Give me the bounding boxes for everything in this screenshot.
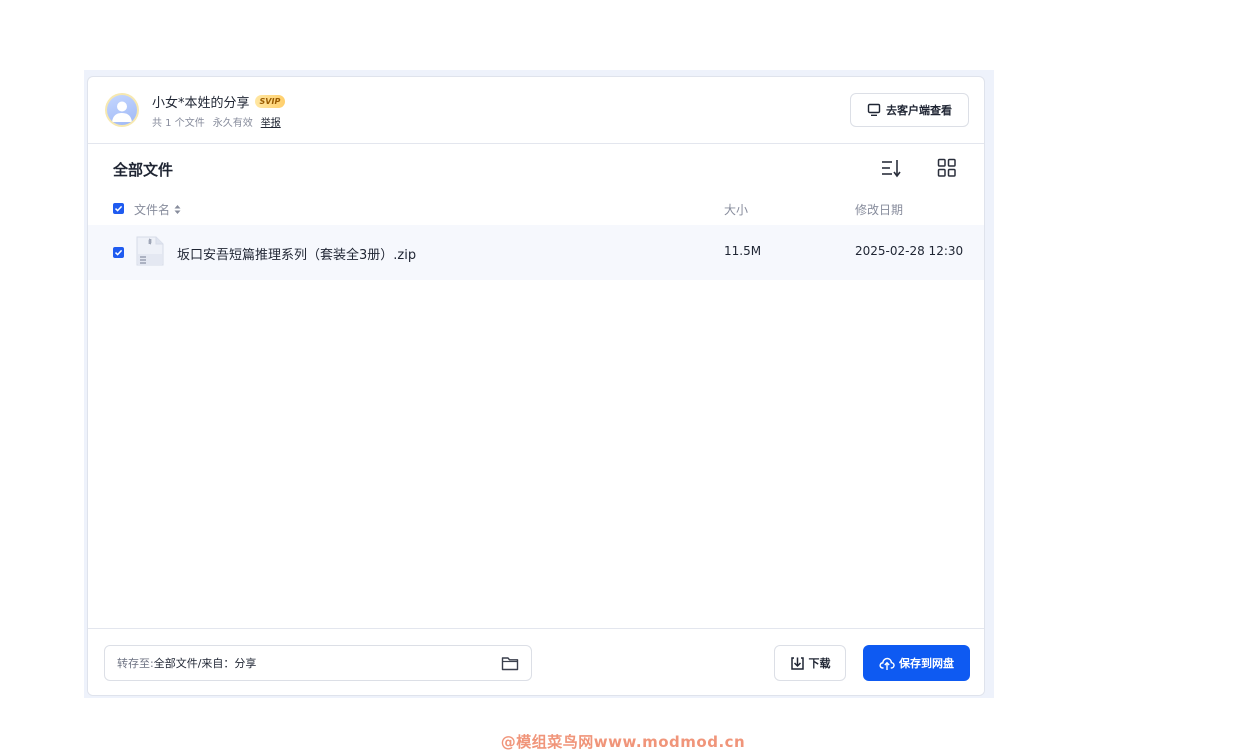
sharer-name: 小女*本姓的分享 [152,96,250,111]
sort-arrows-icon [174,205,181,214]
open-client-label: 去客户端查看 [886,104,952,117]
file-list-header: 文件名 大小 修改日期 [88,197,984,221]
file-size: 11.5M [724,244,762,258]
share-panel: 小女*本姓的分享 SVIP 共 1 个文件 永久有效 举报 去客户端查看 全部文… [87,76,985,696]
row-checkbox[interactable] [113,247,124,258]
share-header: 小女*本姓的分享 SVIP 共 1 个文件 永久有效 举报 去客户端查看 [88,77,984,144]
sort-list-icon[interactable] [880,157,902,179]
file-date: 2025-02-28 12:30 [855,244,964,258]
table-row[interactable]: 坂口安吾短篇推理系列（套装全3册）.zip 11.5M 2025-02-28 1… [88,225,984,280]
monitor-icon [867,103,881,117]
zip-file-icon [135,236,165,266]
sharer-title: 小女*本姓的分享 SVIP [152,92,286,111]
share-footer: 转存至: 全部文件/来自：分享 下载 保存到网盘 [88,628,984,695]
file-name[interactable]: 坂口安吾短篇推理系列（套装全3册）.zip [177,244,416,263]
folder-icon [501,657,519,671]
open-client-button[interactable]: 去客户端查看 [850,93,969,127]
file-count: 共 1 个文件 [152,118,205,129]
user-icon [112,101,132,122]
size-column-label: 大小 [724,203,749,217]
avatar [105,93,139,127]
name-column-label: 文件名 [134,203,171,217]
save-path-value: 全部文件/来自：分享 [153,657,257,670]
check-icon [114,205,123,212]
download-icon [790,656,804,670]
date-column-label: 修改日期 [855,203,904,217]
save-path-label: 转存至: [117,657,154,670]
share-meta: 共 1 个文件 永久有效 举报 [152,114,281,129]
all-files-title: 全部文件 [113,161,174,179]
select-all-checkbox[interactable] [113,203,124,214]
save-path-selector[interactable]: 转存至: 全部文件/来自：分享 [104,645,532,681]
grid-view-icon[interactable] [936,157,958,179]
save-to-cloud-button[interactable]: 保存到网盘 [863,645,970,681]
name-column-header[interactable]: 文件名 [134,201,181,218]
svip-badge: SVIP [254,95,286,108]
download-button[interactable]: 下载 [774,645,846,681]
report-link[interactable]: 举报 [261,114,281,129]
save-to-cloud-label: 保存到网盘 [899,657,954,670]
download-label: 下载 [808,657,831,670]
check-icon [114,249,123,256]
validity: 永久有效 [212,118,253,129]
cloud-upload-icon [879,657,895,670]
